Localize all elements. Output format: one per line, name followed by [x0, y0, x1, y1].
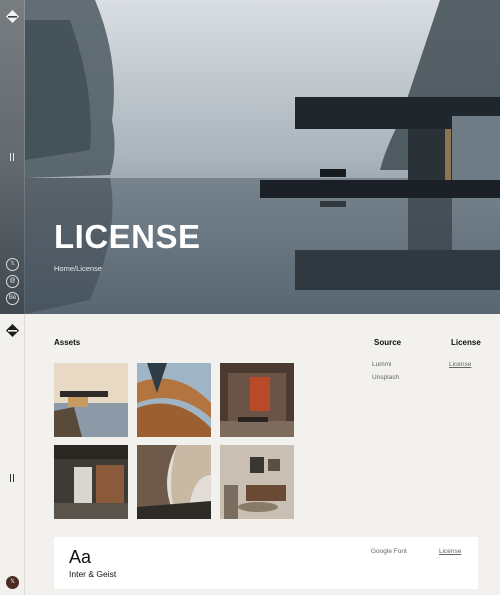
breadcrumb-home-link[interactable]: Home	[54, 264, 74, 273]
breadcrumb-current: License	[76, 264, 102, 273]
brand-logo-icon[interactable]	[6, 10, 19, 23]
hero-sidebar: 𝕏 @ Bē	[0, 0, 25, 314]
font-license-link[interactable]: License	[439, 548, 461, 555]
assets-heading: Assets	[54, 338, 81, 347]
license-column-heading: License	[451, 338, 481, 347]
threads-social-icon[interactable]: @	[6, 275, 19, 288]
page-title: LICENSE	[54, 218, 201, 255]
brand-logo-icon[interactable]	[6, 324, 19, 337]
license-page: 𝕏 @ Bē LICENSE Home/License 𝕏 Assets Sou…	[0, 0, 500, 595]
asset-thumbnail[interactable]	[220, 445, 294, 519]
x-social-icon[interactable]: 𝕏	[6, 258, 19, 271]
source-item-lummi: Lummi	[372, 361, 392, 368]
font-source: Google Font	[371, 548, 407, 555]
source-column-heading: Source	[374, 338, 402, 347]
asset-thumbnail[interactable]	[54, 363, 128, 437]
font-license-card: Aa Inter & Geist Google Font License	[54, 537, 478, 589]
font-name: Inter & Geist	[69, 569, 117, 579]
menu-toggle-icon[interactable]	[10, 153, 14, 161]
x-social-icon[interactable]: 𝕏	[6, 576, 19, 589]
menu-toggle-icon[interactable]	[10, 474, 14, 482]
asset-thumbnail[interactable]	[137, 363, 211, 437]
behance-social-icon[interactable]: Bē	[6, 292, 19, 305]
source-item-unsplash: Unsplash	[372, 374, 400, 381]
asset-thumbnail[interactable]	[54, 445, 128, 519]
assets-license-link[interactable]: License	[449, 361, 471, 368]
asset-thumbnail[interactable]	[137, 445, 211, 519]
sticky-sidebar: 𝕏	[0, 314, 25, 595]
font-sample: Aa	[69, 547, 92, 567]
asset-thumbnail[interactable]	[220, 363, 294, 437]
hero-banner: 𝕏 @ Bē LICENSE Home/License	[0, 0, 500, 314]
breadcrumb: Home/License	[54, 264, 102, 273]
